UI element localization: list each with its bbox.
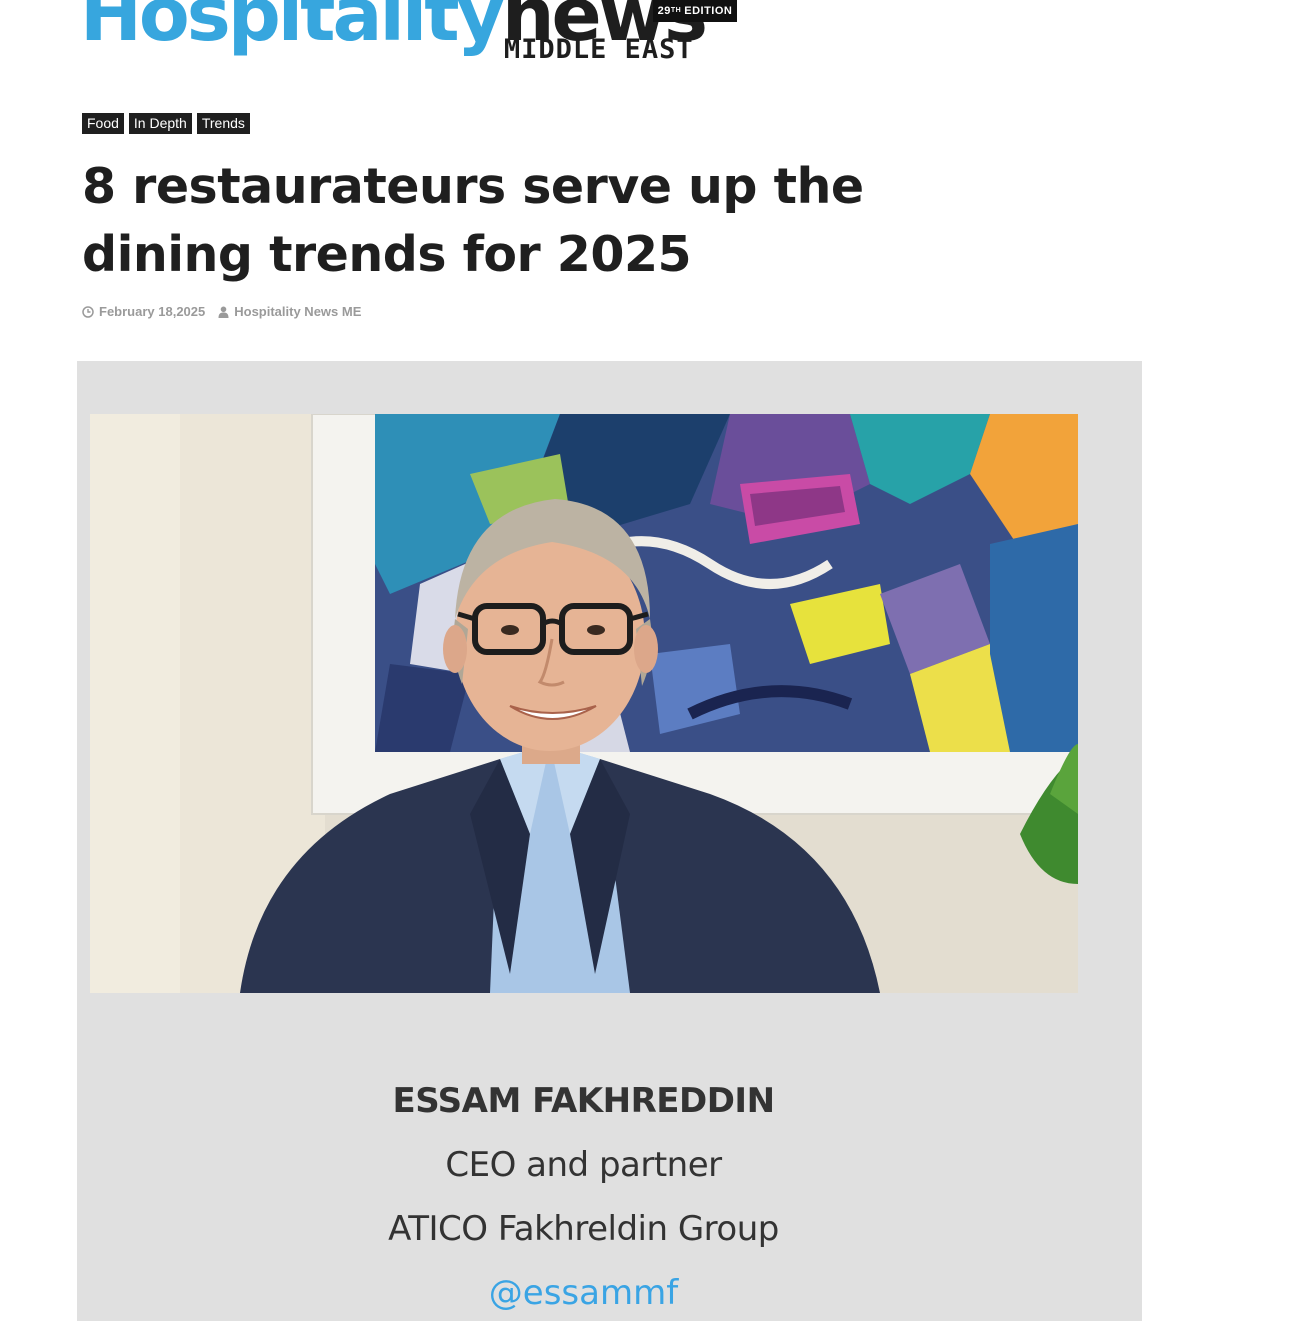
site-logo[interactable]: Hospitality news MIDDLE EAST: [80, 0, 708, 68]
tag-trends[interactable]: Trends: [196, 113, 250, 134]
profile-photo: [90, 414, 1078, 993]
profile-name: ESSAM FAKHREDDIN: [392, 1081, 775, 1121]
article-author-text[interactable]: Hospitality News ME: [234, 304, 361, 319]
profile-social-handle-link[interactable]: @essammf: [489, 1273, 678, 1313]
category-tags: Food In Depth Trends: [82, 113, 250, 134]
logo-region-text: MIDDLE EAST: [503, 34, 694, 65]
tag-food[interactable]: Food: [82, 113, 124, 134]
edition-number: 29: [657, 5, 671, 17]
featured-profile-panel: ESSAM FAKHREDDIN CEO and partner ATICO F…: [77, 361, 1142, 1321]
article-title: 8 restaurateurs serve up the dining tren…: [82, 158, 864, 283]
edition-suffix: TH: [670, 6, 682, 14]
profile-company: ATICO Fakhreldin Group: [388, 1209, 779, 1249]
edition-badge: 29 TH EDITION: [653, 0, 737, 22]
article-author[interactable]: Hospitality News ME: [218, 304, 361, 319]
logo-hospitality-text: Hospitality: [80, 0, 505, 58]
article-date: February 18,2025: [82, 304, 205, 319]
user-icon: [218, 306, 229, 318]
article-meta: February 18,2025 Hospitality News ME: [82, 304, 374, 319]
profile-role: CEO and partner: [445, 1145, 722, 1185]
profile-details: ESSAM FAKHREDDIN CEO and partner ATICO F…: [77, 1081, 1090, 1313]
edition-label: EDITION: [684, 5, 733, 17]
clock-icon: [82, 305, 94, 318]
tag-in-depth[interactable]: In Depth: [128, 113, 192, 134]
article-date-text: February 18,2025: [99, 304, 206, 319]
